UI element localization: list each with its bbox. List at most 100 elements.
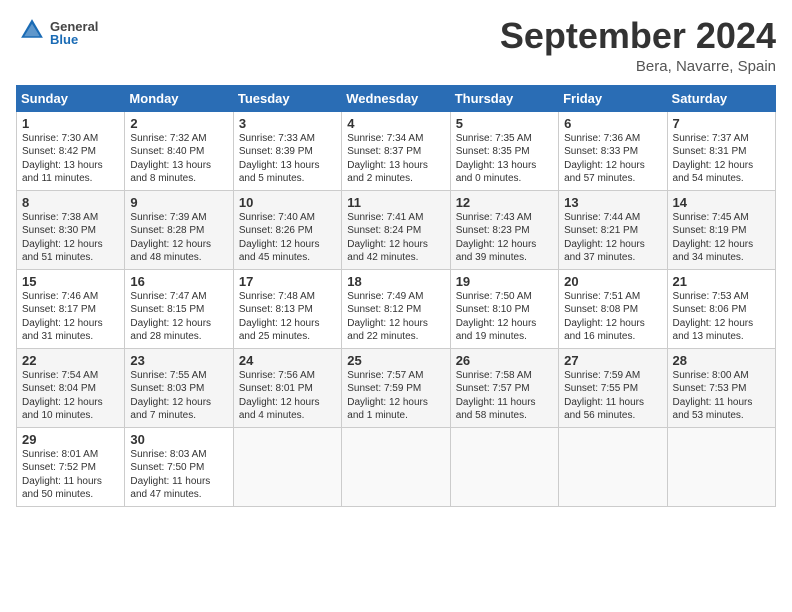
day-info: Sunrise: 7:37 AMSunset: 8:31 PMDaylight:…	[673, 132, 770, 186]
table-row: 17Sunrise: 7:48 AMSunset: 8:13 PMDayligh…	[233, 269, 341, 348]
day-info: Sunrise: 7:33 AMSunset: 8:39 PMDaylight:…	[239, 132, 336, 186]
day-info: Sunrise: 7:32 AMSunset: 8:40 PMDaylight:…	[130, 132, 227, 186]
day-number: 17	[239, 274, 336, 289]
table-row: 20Sunrise: 7:51 AMSunset: 8:08 PMDayligh…	[559, 269, 667, 348]
calendar-table: Sunday Monday Tuesday Wednesday Thursday…	[16, 85, 776, 507]
day-number: 22	[22, 353, 119, 368]
logo-icon	[18, 16, 46, 44]
logo-blue: Blue	[50, 32, 98, 47]
day-info: Sunrise: 7:57 AMSunset: 7:59 PMDaylight:…	[347, 369, 444, 423]
day-info: Sunrise: 7:45 AMSunset: 8:19 PMDaylight:…	[673, 211, 770, 265]
day-number: 13	[564, 195, 661, 210]
col-tuesday: Tuesday	[233, 85, 341, 111]
day-number: 30	[130, 432, 227, 447]
day-number: 9	[130, 195, 227, 210]
day-number: 26	[456, 353, 553, 368]
calendar-week-1: 1Sunrise: 7:30 AMSunset: 8:42 PMDaylight…	[17, 111, 776, 190]
table-row	[450, 427, 558, 506]
table-row: 18Sunrise: 7:49 AMSunset: 8:12 PMDayligh…	[342, 269, 450, 348]
col-thursday: Thursday	[450, 85, 558, 111]
day-number: 21	[673, 274, 770, 289]
table-row: 25Sunrise: 7:57 AMSunset: 7:59 PMDayligh…	[342, 348, 450, 427]
day-number: 5	[456, 116, 553, 131]
table-row: 19Sunrise: 7:50 AMSunset: 8:10 PMDayligh…	[450, 269, 558, 348]
day-number: 3	[239, 116, 336, 131]
day-info: Sunrise: 7:34 AMSunset: 8:37 PMDaylight:…	[347, 132, 444, 186]
day-info: Sunrise: 7:55 AMSunset: 8:03 PMDaylight:…	[130, 369, 227, 423]
day-info: Sunrise: 7:48 AMSunset: 8:13 PMDaylight:…	[239, 290, 336, 344]
col-sunday: Sunday	[17, 85, 125, 111]
title-block: September 2024 Bera, Navarre, Spain	[500, 16, 776, 75]
day-info: Sunrise: 7:47 AMSunset: 8:15 PMDaylight:…	[130, 290, 227, 344]
table-row: 14Sunrise: 7:45 AMSunset: 8:19 PMDayligh…	[667, 190, 775, 269]
table-row: 11Sunrise: 7:41 AMSunset: 8:24 PMDayligh…	[342, 190, 450, 269]
table-row: 13Sunrise: 7:44 AMSunset: 8:21 PMDayligh…	[559, 190, 667, 269]
col-saturday: Saturday	[667, 85, 775, 111]
day-info: Sunrise: 7:43 AMSunset: 8:23 PMDaylight:…	[456, 211, 553, 265]
table-row: 23Sunrise: 7:55 AMSunset: 8:03 PMDayligh…	[125, 348, 233, 427]
day-number: 28	[673, 353, 770, 368]
day-number: 11	[347, 195, 444, 210]
table-row: 15Sunrise: 7:46 AMSunset: 8:17 PMDayligh…	[17, 269, 125, 348]
day-info: Sunrise: 7:58 AMSunset: 7:57 PMDaylight:…	[456, 369, 553, 423]
day-number: 1	[22, 116, 119, 131]
day-number: 7	[673, 116, 770, 131]
day-number: 27	[564, 353, 661, 368]
day-info: Sunrise: 7:56 AMSunset: 8:01 PMDaylight:…	[239, 369, 336, 423]
page-header: General Blue September 2024 Bera, Navarr…	[16, 16, 776, 75]
table-row: 28Sunrise: 8:00 AMSunset: 7:53 PMDayligh…	[667, 348, 775, 427]
table-row: 10Sunrise: 7:40 AMSunset: 8:26 PMDayligh…	[233, 190, 341, 269]
calendar-week-3: 15Sunrise: 7:46 AMSunset: 8:17 PMDayligh…	[17, 269, 776, 348]
day-number: 6	[564, 116, 661, 131]
table-row: 22Sunrise: 7:54 AMSunset: 8:04 PMDayligh…	[17, 348, 125, 427]
table-row: 3Sunrise: 7:33 AMSunset: 8:39 PMDaylight…	[233, 111, 341, 190]
day-number: 15	[22, 274, 119, 289]
calendar-header-row: Sunday Monday Tuesday Wednesday Thursday…	[17, 85, 776, 111]
table-row	[667, 427, 775, 506]
table-row: 7Sunrise: 7:37 AMSunset: 8:31 PMDaylight…	[667, 111, 775, 190]
col-wednesday: Wednesday	[342, 85, 450, 111]
month-title: September 2024	[500, 16, 776, 56]
day-number: 29	[22, 432, 119, 447]
table-row: 26Sunrise: 7:58 AMSunset: 7:57 PMDayligh…	[450, 348, 558, 427]
day-info: Sunrise: 8:00 AMSunset: 7:53 PMDaylight:…	[673, 369, 770, 423]
day-number: 10	[239, 195, 336, 210]
day-info: Sunrise: 7:39 AMSunset: 8:28 PMDaylight:…	[130, 211, 227, 265]
day-info: Sunrise: 7:46 AMSunset: 8:17 PMDaylight:…	[22, 290, 119, 344]
table-row: 5Sunrise: 7:35 AMSunset: 8:35 PMDaylight…	[450, 111, 558, 190]
calendar-week-5: 29Sunrise: 8:01 AMSunset: 7:52 PMDayligh…	[17, 427, 776, 506]
table-row: 2Sunrise: 7:32 AMSunset: 8:40 PMDaylight…	[125, 111, 233, 190]
table-row: 30Sunrise: 8:03 AMSunset: 7:50 PMDayligh…	[125, 427, 233, 506]
day-info: Sunrise: 7:44 AMSunset: 8:21 PMDaylight:…	[564, 211, 661, 265]
day-number: 19	[456, 274, 553, 289]
table-row	[342, 427, 450, 506]
table-row	[559, 427, 667, 506]
table-row: 24Sunrise: 7:56 AMSunset: 8:01 PMDayligh…	[233, 348, 341, 427]
day-number: 4	[347, 116, 444, 131]
location: Bera, Navarre, Spain	[500, 58, 776, 75]
day-info: Sunrise: 7:40 AMSunset: 8:26 PMDaylight:…	[239, 211, 336, 265]
day-info: Sunrise: 7:36 AMSunset: 8:33 PMDaylight:…	[564, 132, 661, 186]
table-row: 6Sunrise: 7:36 AMSunset: 8:33 PMDaylight…	[559, 111, 667, 190]
day-number: 18	[347, 274, 444, 289]
day-number: 20	[564, 274, 661, 289]
table-row: 27Sunrise: 7:59 AMSunset: 7:55 PMDayligh…	[559, 348, 667, 427]
day-info: Sunrise: 7:49 AMSunset: 8:12 PMDaylight:…	[347, 290, 444, 344]
day-number: 16	[130, 274, 227, 289]
day-number: 24	[239, 353, 336, 368]
day-number: 8	[22, 195, 119, 210]
day-info: Sunrise: 7:50 AMSunset: 8:10 PMDaylight:…	[456, 290, 553, 344]
table-row: 9Sunrise: 7:39 AMSunset: 8:28 PMDaylight…	[125, 190, 233, 269]
day-info: Sunrise: 7:41 AMSunset: 8:24 PMDaylight:…	[347, 211, 444, 265]
day-number: 12	[456, 195, 553, 210]
day-number: 23	[130, 353, 227, 368]
calendar-week-2: 8Sunrise: 7:38 AMSunset: 8:30 PMDaylight…	[17, 190, 776, 269]
day-info: Sunrise: 7:30 AMSunset: 8:42 PMDaylight:…	[22, 132, 119, 186]
day-info: Sunrise: 7:38 AMSunset: 8:30 PMDaylight:…	[22, 211, 119, 265]
calendar-week-4: 22Sunrise: 7:54 AMSunset: 8:04 PMDayligh…	[17, 348, 776, 427]
day-number: 14	[673, 195, 770, 210]
table-row: 8Sunrise: 7:38 AMSunset: 8:30 PMDaylight…	[17, 190, 125, 269]
table-row	[233, 427, 341, 506]
day-info: Sunrise: 8:01 AMSunset: 7:52 PMDaylight:…	[22, 448, 119, 502]
logo: General Blue	[16, 16, 98, 49]
